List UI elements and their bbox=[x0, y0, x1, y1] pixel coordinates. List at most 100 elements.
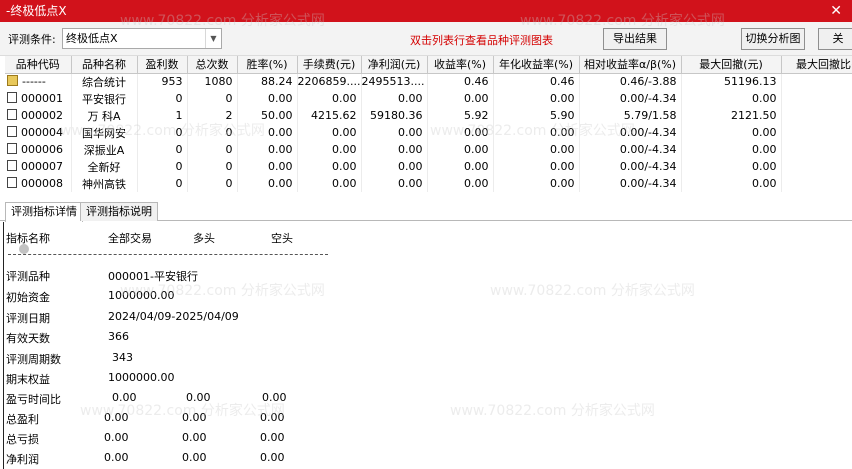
table-row[interactable]: 000002 万 科A 1 2 50.00 4215.62 59180.36 5.92 5.90… bbox=[5, 107, 852, 124]
column-header[interactable]: 胜率(%) bbox=[237, 56, 298, 74]
checkbox-icon[interactable] bbox=[7, 109, 17, 120]
table-cell: 953 bbox=[137, 73, 188, 90]
table-cell: 0.00 bbox=[361, 124, 428, 141]
row-code: 000006 bbox=[21, 143, 63, 156]
column-header[interactable]: 最大回撤比(%) bbox=[781, 56, 852, 74]
column-header[interactable]: 盈利数 bbox=[137, 56, 188, 74]
checkbox-icon[interactable] bbox=[7, 92, 17, 103]
table-cell: 全新好 bbox=[71, 158, 138, 175]
metric-short: 0.00 bbox=[260, 451, 285, 464]
table-cell: 5.90 bbox=[493, 107, 580, 124]
checkbox-icon[interactable] bbox=[7, 177, 17, 188]
table-cell: 0.00 bbox=[297, 141, 362, 158]
tab-metric-description[interactable]: 评测指标说明 bbox=[80, 202, 158, 221]
table-cell: 0.00/-4.34 bbox=[579, 175, 682, 192]
table-cell: 万 科A bbox=[71, 107, 138, 124]
table-cell: 4215.62 bbox=[297, 107, 362, 124]
row-code-cell: 000007 bbox=[5, 158, 72, 175]
detail-panel: 指标名称 全部交易 多头 空头 评测品种 000001-平安银行 初始资金 10… bbox=[0, 222, 852, 469]
field-value: 343 bbox=[112, 351, 133, 364]
table-cell: 0 bbox=[187, 175, 238, 192]
table-cell: 0 bbox=[187, 141, 238, 158]
metric-label: 净利润 bbox=[6, 453, 39, 466]
column-header[interactable]: 手续费(元) bbox=[297, 56, 362, 74]
row-code: 000001 bbox=[21, 92, 63, 105]
table-cell: 0 bbox=[137, 90, 188, 107]
checkbox-icon[interactable] bbox=[7, 143, 17, 154]
table-cell: 88.24 bbox=[237, 73, 298, 90]
condition-label: 评测条件: bbox=[8, 33, 56, 46]
metric-long: 0.00 bbox=[182, 451, 207, 464]
row-code-cell: 000004 bbox=[5, 124, 72, 141]
table-row[interactable]: 000008 神州高铁 0 0 0.00 0.00 0.00 0.00 0.00 0.00/-4.… bbox=[5, 175, 852, 192]
column-header[interactable]: 最大回撤(元) bbox=[681, 56, 782, 74]
table-cell: 0.46 bbox=[427, 73, 494, 90]
row-code: 000008 bbox=[21, 177, 63, 190]
table-row[interactable]: ------ 综合统计 953 1080 88.24 2206859.... 2495513… bbox=[5, 73, 852, 90]
column-header[interactable]: 品种代码 bbox=[5, 56, 72, 74]
table-cell: 0.00 bbox=[427, 175, 494, 192]
table-header-row: 品种代码 品种名称 盈利数 总次数 胜率(%) 手续费(元) 净利润(元) 收益… bbox=[5, 56, 852, 74]
column-header[interactable]: 相对收益率α/β(%) bbox=[579, 56, 682, 74]
table-cell: 0 bbox=[187, 124, 238, 141]
metric-short: 0.00 bbox=[260, 431, 285, 444]
field-label: 评测日期 bbox=[6, 312, 50, 325]
table-cell: 0.00 bbox=[681, 141, 782, 158]
table-cell: 0.00 bbox=[681, 158, 782, 175]
table-cell: 0.00 bbox=[297, 158, 362, 175]
export-button[interactable]: 导出结果 bbox=[603, 28, 667, 50]
metric-long: 0.00 bbox=[182, 431, 207, 444]
table-row[interactable]: 000004 国华网安 0 0 0.00 0.00 0.00 0.00 0.00 0.00/-4.… bbox=[5, 124, 852, 141]
row-code: ------ bbox=[22, 75, 46, 89]
table-cell: 0.00 bbox=[237, 158, 298, 175]
checkbox-icon[interactable] bbox=[7, 160, 17, 171]
column-header[interactable]: 收益率(%) bbox=[427, 56, 494, 74]
field-label: 期末权益 bbox=[6, 373, 50, 386]
column-header[interactable]: 品种名称 bbox=[71, 56, 138, 74]
table-cell: 0 bbox=[137, 158, 188, 175]
table-cell: 0.00/-4.34 bbox=[579, 124, 682, 141]
metric-label: 盈亏时间比 bbox=[6, 393, 61, 406]
table-cell: 0.00/-4.34 bbox=[579, 141, 682, 158]
row-code-cell: 000001 bbox=[5, 90, 72, 107]
metric-label: 总盈利 bbox=[6, 413, 39, 426]
detail-header-short: 空头 bbox=[271, 232, 293, 245]
chevron-down-icon[interactable]: ▼ bbox=[205, 29, 221, 48]
table-row[interactable]: 000007 全新好 0 0 0.00 0.00 0.00 0.00 0.00 0.00/-4.3… bbox=[5, 158, 852, 175]
metric-long: 0.00 bbox=[182, 411, 207, 424]
table-cell: 59180.36 bbox=[361, 107, 428, 124]
switch-chart-button[interactable]: 切换分析图 bbox=[741, 28, 805, 50]
table-cell: 0 bbox=[137, 124, 188, 141]
tab-metric-details[interactable]: 评测指标详情 bbox=[5, 202, 83, 222]
close-button[interactable]: 关 bbox=[818, 28, 852, 50]
field-value: 366 bbox=[108, 330, 129, 343]
column-header[interactable]: 年化收益率(%) bbox=[493, 56, 580, 74]
table-cell: 0.46 bbox=[493, 73, 580, 90]
row-code-cell: ------ bbox=[5, 73, 72, 90]
window-title: -终极低点X bbox=[6, 4, 67, 18]
column-header[interactable]: 净利润(元) bbox=[361, 56, 428, 74]
checkbox-icon[interactable] bbox=[7, 126, 17, 137]
row-code-cell: 000002 bbox=[5, 107, 72, 124]
table-cell: 0.00 bbox=[681, 90, 782, 107]
metric-long: 0.00 bbox=[186, 391, 211, 404]
table-cell: 5.12 bbox=[781, 73, 852, 90]
table-cell: 0.00/-4.34 bbox=[579, 90, 682, 107]
row-code: 000007 bbox=[21, 160, 63, 173]
table-cell: 0.00 bbox=[237, 90, 298, 107]
row-code: 000004 bbox=[21, 126, 63, 139]
table-cell: 0.00 bbox=[781, 124, 852, 141]
table-cell: 0.00 bbox=[427, 90, 494, 107]
table-row[interactable]: 000006 深振业A 0 0 0.00 0.00 0.00 0.00 0.00 0.00/-4.… bbox=[5, 141, 852, 158]
table-cell: 0.00 bbox=[493, 175, 580, 192]
metric-all: 0.00 bbox=[104, 431, 129, 444]
column-header[interactable]: 总次数 bbox=[187, 56, 238, 74]
field-label: 初始资金 bbox=[6, 291, 50, 304]
field-value: 000001-平安银行 bbox=[108, 270, 198, 283]
summary-icon[interactable] bbox=[7, 75, 18, 87]
condition-select[interactable]: 终极低点X ▼ bbox=[62, 28, 222, 49]
field-label: 评测品种 bbox=[6, 270, 50, 283]
close-icon[interactable]: ✕ bbox=[830, 0, 842, 22]
table-cell: 0.00 bbox=[681, 124, 782, 141]
table-row[interactable]: 000001 平安银行 0 0 0.00 0.00 0.00 0.00 0.00 0.00/-4.… bbox=[5, 90, 852, 107]
